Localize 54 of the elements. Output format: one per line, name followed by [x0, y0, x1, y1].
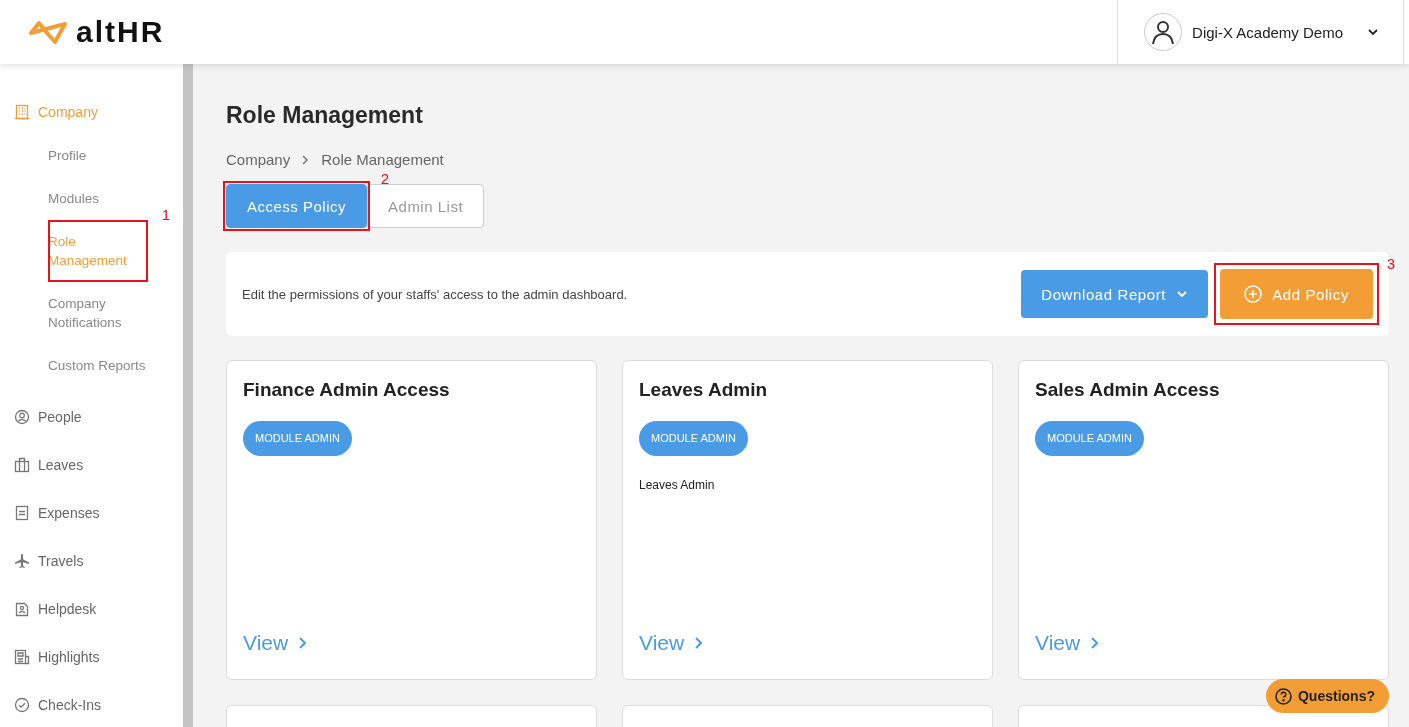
callout-number: 3 [1386, 255, 1395, 272]
logo-text: altHR [76, 15, 165, 49]
role-badge: MODULE ADMIN [1035, 421, 1144, 456]
add-button[interactable]: Add Policy [1220, 269, 1373, 319]
tab[interactable]: Admin List [367, 184, 485, 228]
chevron-right-icon [1090, 636, 1100, 650]
page-title: Role Management [226, 102, 424, 129]
menu-icon [14, 104, 30, 120]
breadcrumb-item[interactable]: Role Management [321, 151, 444, 168]
menu-icon [14, 457, 30, 473]
sidebar-item[interactable]: Highlights [0, 633, 183, 681]
sidebar-item[interactable]: Leaves [0, 441, 183, 489]
submenu-item[interactable]: Profile [48, 134, 148, 177]
card-title: Sales Admin Access [1035, 379, 1220, 401]
tab[interactable]: Access Policy [226, 184, 368, 228]
sidebar-item[interactable]: Helpdesk [0, 585, 183, 633]
view-link[interactable]: View [243, 631, 308, 661]
menu-icon [14, 505, 30, 521]
toolbar-description: Edit the permissions of your staffs' access to the admin dashboard. [242, 286, 629, 302]
callout-number: 1 [161, 206, 170, 223]
view-link[interactable]: View [639, 631, 704, 661]
card-title: Leaves Admin [639, 379, 768, 401]
logo-icon [28, 19, 68, 45]
card-title: Finance Admin Access [243, 379, 450, 401]
chevron-right-icon [298, 636, 308, 650]
breadcrumb-item[interactable]: Company [226, 151, 291, 168]
question-icon [1275, 687, 1292, 705]
menu-icon [14, 649, 30, 665]
menu-icon [14, 409, 30, 425]
sidebar-item[interactable]: Check-Ins [0, 681, 183, 727]
role-badge: MODULE ADMIN [639, 421, 748, 456]
sidebar-item[interactable]: Expenses [0, 489, 183, 537]
role-badge: MODULE ADMIN [243, 421, 352, 456]
submenu-item[interactable]: Custom Reports [48, 344, 148, 387]
help-button[interactable]: Questions? [1266, 679, 1389, 713]
card-description: Leaves Admin [639, 478, 715, 492]
callout-number: 2 [380, 170, 390, 187]
menu-icon [14, 697, 30, 713]
chevron-down-icon [1176, 288, 1189, 300]
view-link[interactable]: View [1035, 631, 1100, 661]
submenu-item[interactable]: Company Notifications [48, 282, 148, 344]
account-name: Digi-X Academy Demo [1192, 23, 1343, 41]
menu-icon [14, 553, 30, 569]
sidebar-item[interactable]: Travels [0, 537, 183, 585]
account-menu[interactable]: Digi-X Academy Demo [1117, 0, 1404, 64]
submenu-item[interactable]: Modules [48, 177, 148, 220]
chevron-right-icon [302, 154, 310, 165]
plus-circle-icon [1244, 285, 1263, 303]
menu-icon [14, 601, 30, 617]
chevron-right-icon [694, 636, 704, 650]
chevron-down-icon [1367, 26, 1379, 38]
sidebar-item[interactable]: People [0, 393, 183, 441]
dropdown-button[interactable]: Download Report [1021, 270, 1209, 318]
sidebar-item[interactable]: Company [0, 88, 183, 136]
